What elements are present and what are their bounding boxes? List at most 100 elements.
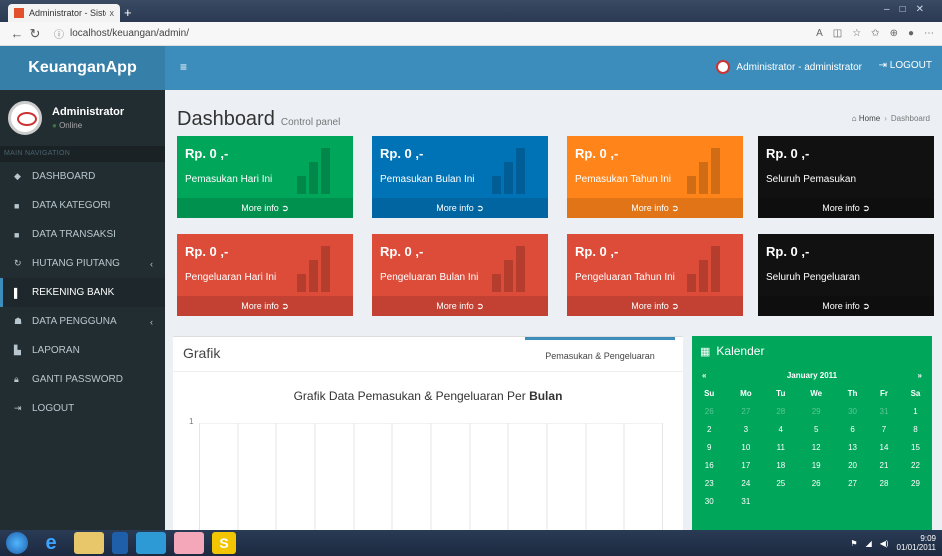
read-aloud-icon[interactable]: A — [816, 28, 823, 39]
new-tab-button[interactable]: + — [124, 5, 132, 20]
calendar-day[interactable]: 13 — [836, 438, 869, 456]
calendar-next-button[interactable]: » — [918, 371, 922, 380]
calendar-day[interactable]: 1 — [899, 402, 932, 420]
url-field[interactable]: ⓘ localhost/keuangan/admin/ — [54, 26, 189, 41]
tab-close-icon[interactable]: x — [110, 8, 115, 18]
more-info-link[interactable]: More info ➲ — [177, 198, 353, 218]
calendar-day[interactable]: 23 — [692, 474, 726, 492]
sidebar-item-data-transaksi[interactable]: ■ DATA TRANSAKSI — [0, 220, 165, 249]
brand-logo[interactable]: KeuanganApp — [0, 46, 165, 90]
user-menu[interactable]: Administrator - administrator — [716, 60, 862, 74]
calendar-day[interactable]: 29 — [796, 402, 836, 420]
calendar-day[interactable]: 10 — [726, 438, 765, 456]
clock[interactable]: 9:09 01/01/2011 — [897, 534, 936, 552]
calendar-day[interactable]: 8 — [899, 420, 932, 438]
more-info-link[interactable]: More info ➲ — [567, 296, 743, 316]
calendar-day[interactable]: 12 — [796, 438, 836, 456]
sidebar-item-dashboard[interactable]: ◆ DASHBOARD — [0, 162, 165, 191]
volume-icon[interactable]: ◀) — [880, 539, 889, 548]
sidebar-toggle-icon[interactable]: ≡ — [180, 60, 187, 74]
stat-label: Pemasukan Bulan Ini — [380, 174, 475, 185]
favorite-icon[interactable]: ☆ — [852, 28, 861, 39]
favorites-list-icon[interactable]: ✩ — [871, 28, 879, 39]
stat-value: Rp. 0 ,- — [380, 146, 424, 161]
browser-tab[interactable]: Administrator - Sistem Informa... x — [8, 4, 120, 22]
more-info-link[interactable]: More info ➲ — [177, 296, 353, 316]
calendar-day[interactable]: 6 — [836, 420, 869, 438]
sidebar-item-ganti-password[interactable]: 🔒︎ GANTI PASSWORD — [0, 365, 165, 394]
calendar-day[interactable]: 29 — [899, 474, 932, 492]
more-info-link[interactable]: More info ➲ — [567, 198, 743, 218]
calendar-day[interactable]: 5 — [796, 420, 836, 438]
calendar-day[interactable]: 30 — [836, 402, 869, 420]
calendar-day[interactable]: 14 — [869, 438, 899, 456]
calendar-day[interactable]: 11 — [765, 438, 796, 456]
media-player-icon[interactable] — [112, 532, 128, 554]
breadcrumb-home[interactable]: Home — [859, 114, 880, 123]
calendar-day[interactable]: 24 — [726, 474, 765, 492]
calendar-day[interactable]: 15 — [899, 438, 932, 456]
internet-explorer-icon[interactable]: e — [36, 532, 66, 554]
more-info-link[interactable]: More info ➲ — [372, 296, 548, 316]
page-subtitle: Control panel — [280, 117, 341, 128]
sublime-text-icon[interactable]: S — [212, 532, 236, 554]
calendar-day[interactable]: 18 — [765, 456, 796, 474]
browser-icon[interactable] — [136, 532, 166, 554]
calendar-day[interactable]: 25 — [765, 474, 796, 492]
refresh-icon[interactable]: ↻ — [26, 26, 44, 42]
start-button[interactable] — [6, 532, 28, 554]
sidebar-item-laporan[interactable]: ▙ LAPORAN — [0, 336, 165, 365]
bar-chart-icon — [492, 148, 538, 194]
more-icon[interactable]: ⋯ — [924, 28, 934, 39]
calendar-day[interactable]: 26 — [692, 402, 726, 420]
calendar-day[interactable]: 9 — [692, 438, 726, 456]
calendar-week: 23 24 25 26 27 28 29 — [692, 474, 932, 492]
more-info-link[interactable]: More info ➲ — [372, 198, 548, 218]
calendar-day[interactable]: 27 — [836, 474, 869, 492]
system-tray: ⚑ ◢ ◀) 9:09 01/01/2011 — [850, 534, 936, 552]
site-info-icon[interactable]: ⓘ — [54, 26, 64, 41]
chart-panel-title: Grafik — [183, 345, 221, 361]
calendar-day[interactable]: 28 — [765, 402, 796, 420]
header-logout-button[interactable]: ⇥ LOGOUT — [879, 60, 932, 71]
calendar-day[interactable]: 3 — [726, 420, 765, 438]
calendar-day[interactable]: 28 — [869, 474, 899, 492]
back-icon[interactable]: ← — [8, 26, 26, 41]
calendar-day[interactable]: 20 — [836, 456, 869, 474]
file-explorer-icon[interactable] — [74, 532, 104, 554]
tracking-icon[interactable]: ◫ — [833, 28, 842, 39]
xampp-icon[interactable] — [174, 532, 204, 554]
calendar-day[interactable]: 31 — [726, 492, 765, 510]
sidebar-item-rekening-bank[interactable]: ▌ REKENING BANK — [0, 278, 165, 307]
calendar-day[interactable]: 21 — [869, 456, 899, 474]
window-controls[interactable]: –□✕ — [884, 4, 934, 15]
calendar-day[interactable]: 16 — [692, 456, 726, 474]
more-info-link[interactable]: More info ➲ — [758, 296, 934, 316]
calendar-day[interactable]: 19 — [796, 456, 836, 474]
sidebar-item-label: GANTI PASSWORD — [32, 374, 123, 385]
sidebar-item-data-kategori[interactable]: ■ DATA KATEGORI — [0, 191, 165, 220]
more-info-link[interactable]: More info ➲ — [758, 198, 934, 218]
calendar-prev-button[interactable]: « — [702, 371, 706, 380]
network-icon[interactable]: ◢ — [866, 539, 872, 548]
tab-pemasukan-pengeluaran[interactable]: Pemasukan & Pengeluaran — [525, 337, 675, 371]
calendar-day[interactable]: 22 — [899, 456, 932, 474]
calendar-day[interactable]: 2 — [692, 420, 726, 438]
calendar-day[interactable]: 27 — [726, 402, 765, 420]
calendar-day[interactable]: 31 — [869, 402, 899, 420]
user-avatar-icon — [716, 60, 731, 74]
sidebar-item-hutang-piutang[interactable]: ↻ HUTANG PIUTANG ‹ — [0, 249, 165, 278]
sidebar-item-logout[interactable]: ⇥ LOGOUT — [0, 394, 165, 423]
calendar-day[interactable]: 17 — [726, 456, 765, 474]
flag-icon[interactable]: ⚑ — [850, 539, 857, 548]
profile-icon[interactable]: ● — [908, 28, 914, 39]
calendar-day[interactable]: 30 — [692, 492, 726, 510]
calendar-month[interactable]: January 2011 — [787, 371, 837, 380]
sidebar-item-data-pengguna[interactable]: ☗ DATA PENGGUNA ‹ — [0, 307, 165, 336]
calendar-day — [899, 492, 932, 510]
calendar-day[interactable]: 4 — [765, 420, 796, 438]
browser-tab-strip: Administrator - Sistem Informa... x + –□… — [0, 0, 942, 22]
calendar-day[interactable]: 26 — [796, 474, 836, 492]
calendar-day[interactable]: 7 — [869, 420, 899, 438]
collections-icon[interactable]: ⊕ — [890, 28, 898, 39]
